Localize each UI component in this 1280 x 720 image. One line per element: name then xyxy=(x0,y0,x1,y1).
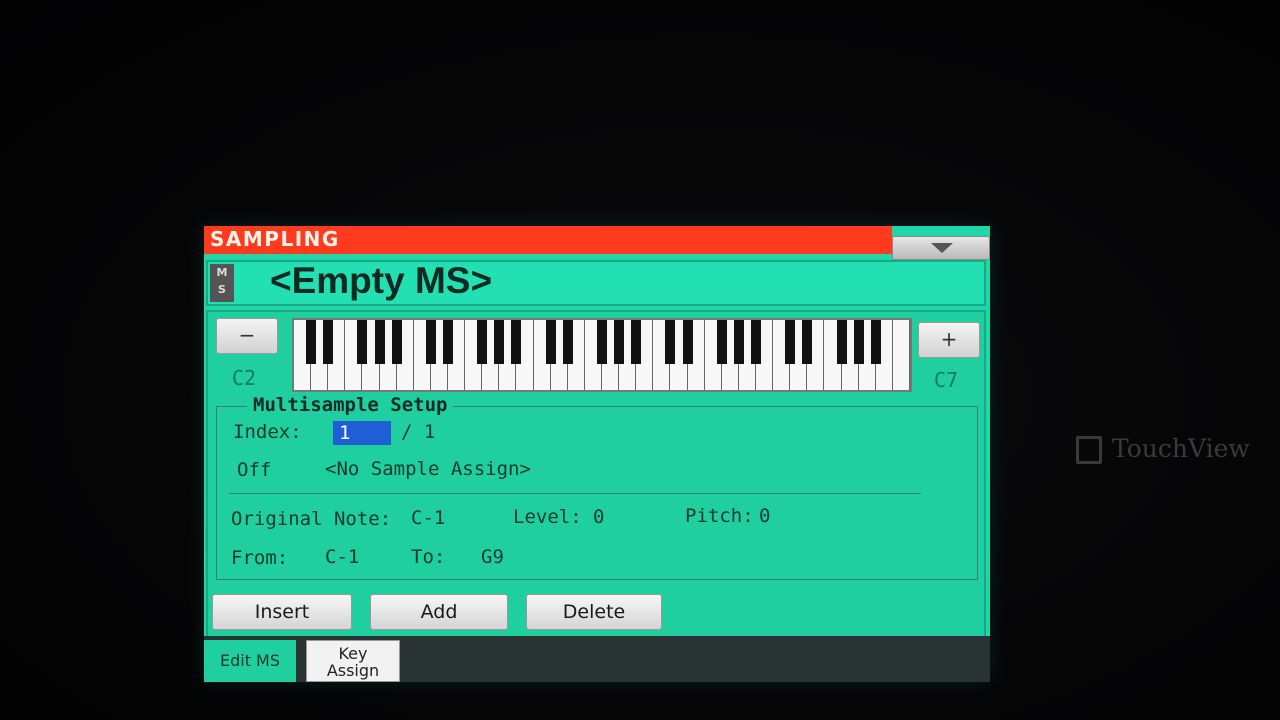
black-key xyxy=(614,320,625,364)
off-label[interactable]: Off xyxy=(237,459,271,481)
from-value[interactable]: C-1 xyxy=(325,546,359,568)
to-label: To: xyxy=(411,546,446,568)
level-label: Level: xyxy=(513,506,582,528)
sample-assign[interactable]: <No Sample Assign> xyxy=(325,458,531,480)
index-value: 1 xyxy=(339,422,351,444)
original-note-value[interactable]: C-1 xyxy=(411,507,445,529)
edit-ms-panel: − + C2 C7 Multisample Setup Index: 1 / 1… xyxy=(206,310,986,640)
black-key xyxy=(733,320,744,364)
black-key xyxy=(425,320,436,364)
black-key xyxy=(494,320,505,364)
black-key xyxy=(443,320,453,364)
multisample-name[interactable]: <Empty MS> xyxy=(270,260,492,302)
index-label: Index: xyxy=(233,421,302,443)
black-key xyxy=(682,320,693,364)
chevron-down-icon xyxy=(931,243,953,253)
multisample-header[interactable]: MS <Empty MS> xyxy=(206,260,986,306)
tab-key-assign[interactable]: Key Assign xyxy=(306,640,400,682)
index-field[interactable]: 1 xyxy=(333,421,391,445)
black-key xyxy=(477,320,488,364)
add-button[interactable]: Add xyxy=(370,594,508,630)
original-note-label: Original Note: xyxy=(231,508,392,530)
pitch-label: Pitch: xyxy=(685,505,754,527)
black-key xyxy=(391,320,402,364)
index-total: / 1 xyxy=(401,421,436,443)
black-key xyxy=(323,320,334,364)
black-key xyxy=(374,320,385,364)
window-title: SAMPLING xyxy=(210,227,340,251)
black-key xyxy=(597,320,607,364)
black-key xyxy=(853,320,864,364)
black-key xyxy=(562,320,573,364)
page-menu-button[interactable] xyxy=(892,236,990,260)
black-key xyxy=(836,320,847,364)
keyboard-range-display[interactable] xyxy=(292,318,912,392)
delete-button[interactable]: Delete xyxy=(526,594,662,630)
sampling-screen: SAMPLING MS <Empty MS> − + C2 C7 Multisa… xyxy=(204,226,990,682)
black-key xyxy=(785,320,796,364)
black-key xyxy=(751,320,761,364)
black-key xyxy=(716,320,727,364)
divider xyxy=(229,493,921,494)
to-value[interactable]: G9 xyxy=(481,546,504,568)
level-value[interactable]: 0 xyxy=(593,506,604,528)
title-bar: SAMPLING xyxy=(204,226,892,254)
white-key xyxy=(892,320,910,390)
tab-edit-ms[interactable]: Edit MS xyxy=(204,640,296,682)
from-label: From: xyxy=(231,547,289,569)
touchview-logo-icon xyxy=(1076,436,1102,464)
octave-down-button[interactable]: − xyxy=(216,318,278,354)
group-title: Multisample Setup xyxy=(247,394,454,416)
black-key xyxy=(511,320,522,364)
black-key xyxy=(631,320,642,364)
pitch-value[interactable]: 0 xyxy=(759,505,770,527)
high-note-label: C7 xyxy=(934,368,959,392)
black-key xyxy=(357,320,368,364)
black-key xyxy=(665,320,676,364)
black-key xyxy=(306,320,317,364)
octave-up-button[interactable]: + xyxy=(918,322,980,358)
watermark-text: TouchView xyxy=(1112,434,1250,463)
low-note-label: C2 xyxy=(232,366,257,390)
insert-button[interactable]: Insert xyxy=(212,594,352,630)
black-key xyxy=(870,320,881,364)
black-key xyxy=(545,320,556,364)
watermark: TouchView xyxy=(1076,432,1256,472)
black-key xyxy=(802,320,813,364)
tab-bar: Edit MS Key Assign xyxy=(204,636,990,682)
multisample-setup-group: Multisample Setup Index: 1 / 1 Off <No S… xyxy=(216,394,978,580)
ms-badge-icon: MS xyxy=(210,264,234,302)
